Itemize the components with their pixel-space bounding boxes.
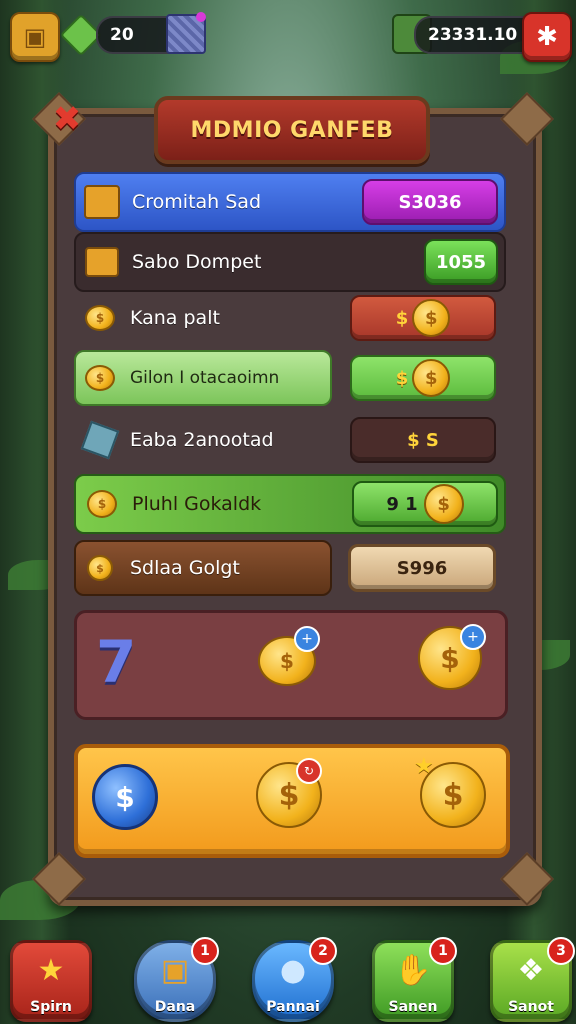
left-counter-value: 20: [110, 25, 134, 45]
nav-label: Sanot: [508, 999, 554, 1015]
nav-button-dana[interactable]: ▣ Dana 1: [134, 937, 219, 1022]
row-label: Pluhl Gokaldk: [132, 493, 262, 515]
coin-stack-icon: $: [80, 298, 120, 338]
right-counter: 23331.10: [414, 16, 538, 54]
coin-icon: $: [423, 484, 464, 524]
notification-dot: [196, 12, 206, 22]
top-bar: ▣ 20 23331.10 ✱: [0, 0, 576, 70]
nav-button-pannai[interactable]: ● Pannai 2: [252, 937, 337, 1022]
row-label: Gilon I otacaoimn: [130, 368, 280, 388]
nav-label: Pannai: [266, 999, 320, 1015]
bottom-nav: ★ Spirn ▣ Dana 1 ● Pannai 2 ✋ Sanen 1 ❖ …: [0, 914, 576, 1024]
notification-badge: 3: [547, 937, 575, 965]
close-icon: ✖: [52, 99, 82, 139]
coin-icon: $: [412, 359, 451, 397]
crate-icon: [82, 242, 122, 282]
row-value: S996: [396, 557, 448, 579]
gem-coin-icon: $: [80, 358, 120, 398]
row-value: S3036: [398, 191, 462, 213]
lightning-icon: 7: [96, 628, 137, 696]
plus-icon: +: [460, 624, 486, 650]
crate-icon: [82, 182, 122, 222]
nav-label: Sanen: [388, 999, 438, 1015]
list-item[interactable]: Eaba 2anootad $ S: [74, 412, 502, 468]
plus-icon: +: [294, 626, 320, 652]
coin-stack-icon[interactable]: $ +: [258, 626, 320, 686]
row-value-button[interactable]: S996: [348, 544, 496, 592]
coin-icon[interactable]: $ ↻: [256, 758, 322, 828]
gear-icon: ✱: [536, 22, 558, 52]
nav-label: Dana: [154, 999, 196, 1015]
nav-button-sanen[interactable]: ✋ Sanen 1: [372, 937, 457, 1022]
panel-title-plate: MDMIO GANFEB: [154, 96, 430, 164]
coin-icon: $: [412, 299, 451, 337]
list-item[interactable]: $ Gilon I otacaoimn $ $: [74, 350, 502, 406]
cube-icon: [80, 420, 120, 460]
creature-icon: ●: [279, 953, 307, 988]
notification-badge: 1: [191, 937, 219, 965]
coin-icon[interactable]: $ +: [418, 624, 486, 692]
row-value: $: [395, 367, 409, 389]
row-value-button[interactable]: S3036: [362, 179, 498, 225]
list-item[interactable]: $ Sdlaa Golgt S996: [74, 540, 502, 596]
row-label: Kana palt: [130, 307, 220, 329]
row-label: Cromitah Sad: [132, 191, 262, 213]
right-counter-value: 23331.10: [428, 25, 518, 45]
row-value: $ S: [407, 429, 439, 451]
row-label: Sabo Dompet: [132, 251, 262, 273]
coin-icon: $: [80, 548, 120, 588]
notification-badge: 1: [429, 937, 457, 965]
row-value-button[interactable]: 1055: [424, 239, 498, 285]
row-value-button[interactable]: $ $: [350, 355, 496, 401]
notification-badge: 2: [309, 937, 337, 965]
row-label: Eaba 2anootad: [130, 429, 274, 451]
close-button[interactable]: ✖: [50, 102, 84, 136]
refresh-icon: ↻: [296, 758, 322, 784]
list-item[interactable]: Sabo Dompet 1055: [74, 232, 506, 292]
star-icon: ★: [414, 754, 434, 779]
panel-title: MDMIO GANFEB: [190, 117, 394, 143]
row-value-button[interactable]: 9 1 $: [352, 481, 498, 527]
list-item[interactable]: Cromitah Sad S3036: [74, 172, 506, 232]
row-value-button[interactable]: $ $: [350, 295, 496, 341]
chest-icon: ▣: [23, 23, 47, 51]
row-value: $: [395, 307, 409, 329]
hand-icon: ✋: [394, 953, 432, 988]
nav-button-sanot[interactable]: ❖ Sanot 3: [490, 937, 575, 1022]
list-item[interactable]: $ Pluhl Gokaldk 9 1 $: [74, 474, 506, 534]
chest-button[interactable]: ▣: [10, 12, 60, 62]
blue-coin-icon[interactable]: $: [92, 764, 158, 830]
nav-button-spirn[interactable]: ★ Spirn: [10, 940, 92, 1022]
star-icon: ★: [37, 953, 65, 988]
list-item[interactable]: $ Kana palt $ $: [74, 290, 502, 346]
row-value: 1055: [435, 251, 487, 273]
row-label: Sdlaa Golgt: [130, 557, 240, 579]
coin-icon[interactable]: $ ★: [414, 754, 486, 828]
row-value-button[interactable]: $ S: [350, 417, 496, 463]
nav-label: Spirn: [30, 999, 72, 1015]
row-value: 9 1: [386, 493, 418, 515]
cat-icon: ❖: [517, 953, 545, 988]
settings-button[interactable]: ✱: [522, 12, 572, 62]
box-icon: ▣: [160, 953, 190, 988]
coin-stack-icon: $: [82, 484, 122, 524]
